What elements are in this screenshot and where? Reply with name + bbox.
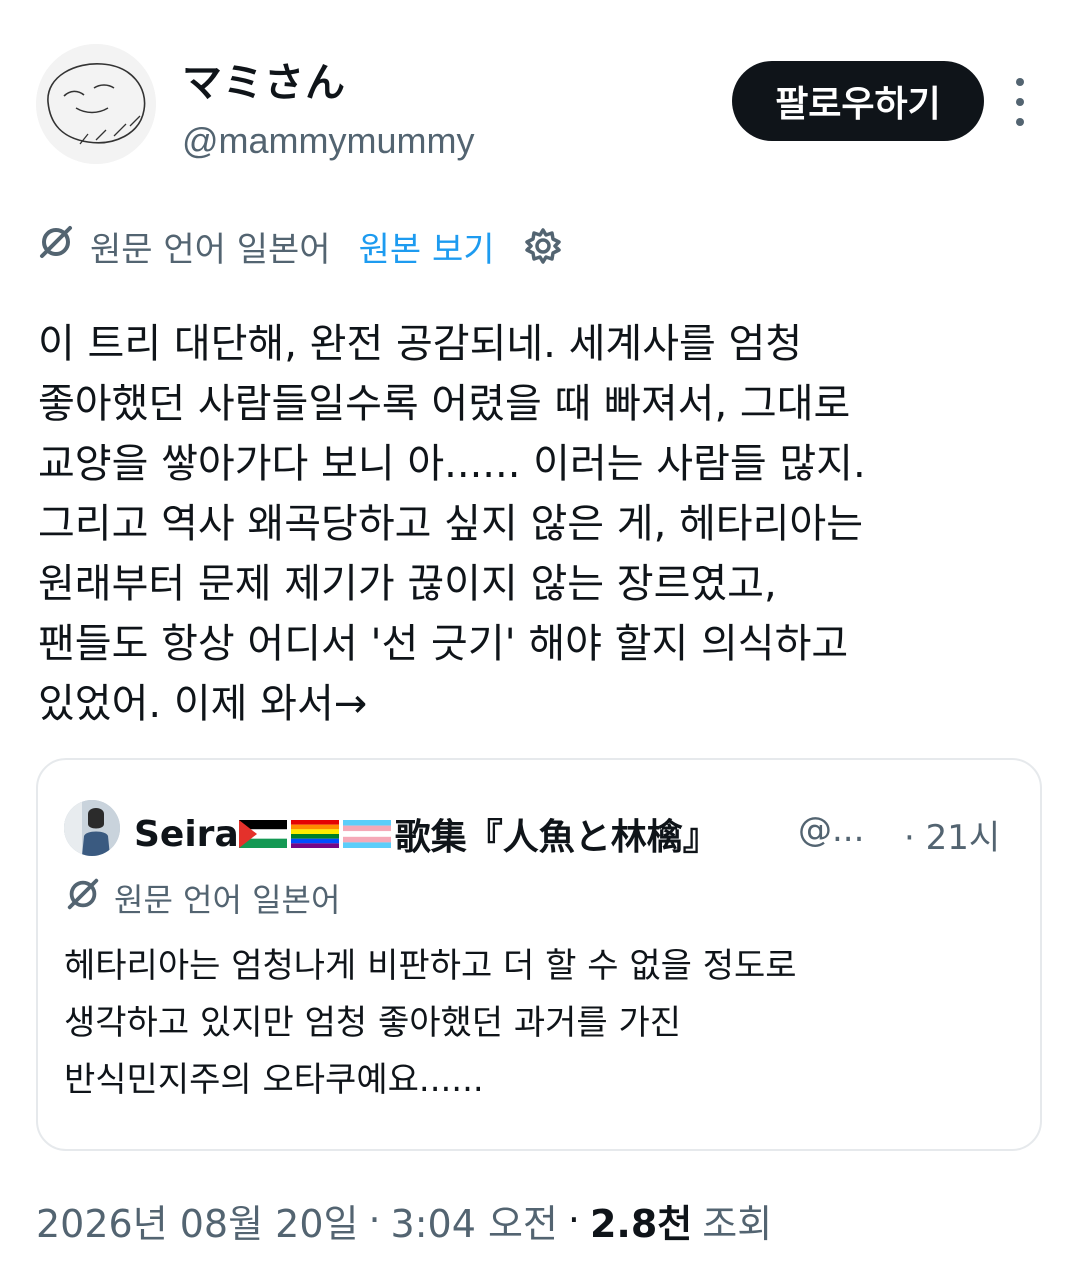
quote-avatar-photo	[64, 800, 120, 856]
quote-author-name[interactable]: Seira 歌集『人魚と林檎』	[134, 808, 719, 860]
follow-button[interactable]: 팔로우하기	[732, 61, 984, 141]
avatar-doodle-icon	[36, 44, 156, 164]
rainbow-flag-icon	[290, 820, 339, 848]
translate-icon	[64, 875, 102, 921]
palestine-flag-icon	[238, 820, 287, 848]
quote-translation-bar: 원문 언어 일본어	[64, 876, 340, 920]
meta-separator: ·	[368, 1198, 381, 1242]
tweet-date[interactable]: 2026년 08월 20일	[36, 1193, 358, 1248]
quote-author-handle[interactable]: @...	[798, 810, 864, 850]
view-original-link[interactable]: 원본 보기	[359, 222, 495, 271]
more-vertical-icon[interactable]	[1000, 78, 1040, 126]
author-display-name[interactable]: マミさん	[182, 50, 346, 108]
gear-icon[interactable]	[523, 226, 563, 266]
tweet-meta: 2026년 08월 20일 · 3:04 오전 · 2.8천 조회	[36, 1194, 772, 1246]
views-count: 2.8천	[589, 1201, 693, 1246]
translate-icon	[36, 222, 76, 271]
quote-author-name-suffix: 歌集『人魚と林檎』	[394, 817, 719, 858]
translation-bar: 원문 언어 일본어 원본 보기	[36, 222, 563, 270]
quote-author-name-text: Seira	[134, 813, 239, 855]
quote-timestamp[interactable]: · 21시	[904, 810, 1000, 859]
quote-tweet-card[interactable]: Seira 歌集『人魚と林檎』 @... · 21시 원문 언어 일본어 헤타리…	[36, 758, 1042, 1151]
transgender-flag-icon	[342, 820, 391, 848]
meta-separator: ·	[567, 1198, 580, 1242]
author-avatar[interactable]	[36, 44, 156, 164]
views-label: 조회	[702, 1201, 773, 1246]
original-language-label: 원문 언어 일본어	[90, 229, 331, 270]
author-handle[interactable]: @mammymummy	[182, 120, 475, 162]
tweet-time[interactable]: 3:04 오전	[391, 1193, 558, 1248]
tweet-text: 이 트리 대단해, 완전 공감되네. 세계사를 엄청 좋아했던 사람들일수록 어…	[38, 321, 866, 727]
quote-tweet-text: 헤타리아는 엄청나게 비판하고 더 할 수 없을 정도로 생각하고 있지만 엄청…	[64, 946, 797, 1100]
quote-author-avatar[interactable]	[64, 800, 120, 856]
quote-original-language-label: 원문 언어 일본어	[114, 881, 341, 919]
